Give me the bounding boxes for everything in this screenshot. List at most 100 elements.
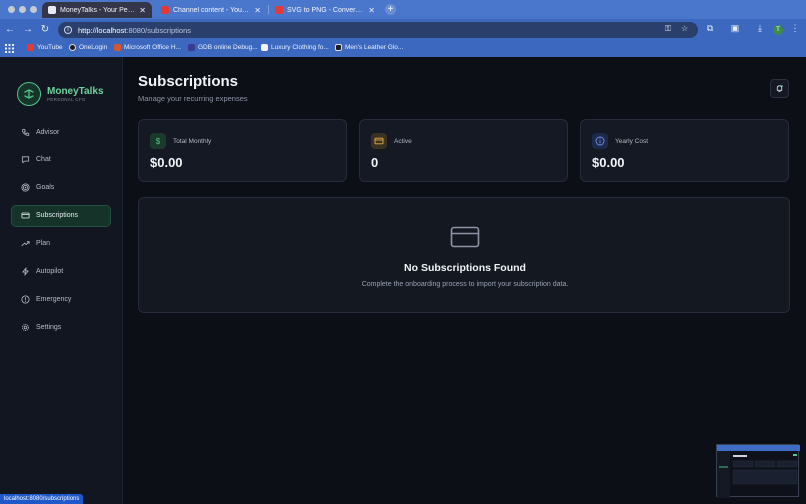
sidebar-item-chat[interactable]: Chat xyxy=(11,149,111,171)
site-info-icon[interactable]: i xyxy=(64,26,72,34)
close-tab-icon[interactable]: ✕ xyxy=(368,6,375,15)
bookmark-luxury-clothing[interactable]: Luxury Clothing fo... xyxy=(261,44,329,51)
info-icon xyxy=(592,133,608,149)
stat-value: $0.00 xyxy=(592,155,625,170)
sidebar-item-subscriptions[interactable]: Subscriptions xyxy=(11,204,111,227)
sidebar-nav: Advisor Chat Goals Subscriptions Plan Au… xyxy=(11,121,111,344)
bookmark-label: Microsoft Office H... xyxy=(124,44,181,51)
trending-up-icon xyxy=(21,239,30,248)
stat-card-active: Active 0 xyxy=(359,119,568,182)
credit-card-icon xyxy=(371,133,387,149)
tab-title: MoneyTalks - Your Personal CFO xyxy=(60,6,135,14)
brand-tagline: PERSONAL CFO xyxy=(47,97,86,102)
bookmark-gdb-online[interactable]: GDB online Debug... xyxy=(188,44,258,51)
sidebar-item-emergency[interactable]: Emergency xyxy=(11,288,111,310)
download-icon[interactable]: ⤓ xyxy=(753,23,767,34)
dollar-icon: $ xyxy=(150,133,166,149)
url-path: :8080/subscriptions xyxy=(126,25,191,35)
luxury-clothing-icon xyxy=(261,44,268,51)
credit-card-icon xyxy=(450,226,480,248)
sidebar-item-label: Emergency xyxy=(36,295,72,303)
close-tab-icon[interactable]: ✕ xyxy=(254,6,261,15)
thumbnail-image xyxy=(717,445,800,498)
stat-card-total-monthly: $ Total Monthly $0.00 xyxy=(138,119,347,182)
empty-state-panel: No Subscriptions Found Complete the onbo… xyxy=(138,197,790,313)
status-url-tooltip: localhost:8080/subscriptions xyxy=(0,494,84,504)
notifications-button[interactable] xyxy=(770,79,789,98)
browser-chrome: MoneyTalks - Your Personal CFO ✕ Channel… xyxy=(0,0,806,57)
bookmark-onelogin[interactable]: OneLogin xyxy=(69,44,107,51)
tab-title: SVG to PNG - Convert SVG to PNG xyxy=(287,6,365,14)
stat-label: Active xyxy=(394,138,412,145)
new-tab-button[interactable]: + xyxy=(385,4,396,15)
bookmark-microsoft-office[interactable]: Microsoft Office H... xyxy=(114,44,181,51)
leather-gloves-icon xyxy=(335,44,342,51)
sidebar-item-label: Advisor xyxy=(36,128,60,136)
gdb-icon xyxy=(188,44,195,51)
sidebar: MoneyTalks PERSONAL CFO Advisor Chat Goa… xyxy=(0,57,123,504)
maximize-window-button[interactable] xyxy=(30,6,37,13)
gear-icon xyxy=(21,323,30,332)
sidebar-item-label: Settings xyxy=(36,323,62,331)
sidebar-item-label: Subscriptions xyxy=(36,212,79,220)
bookmark-label: Men's Leather Glo... xyxy=(345,44,404,51)
empty-state-message: Complete the onboarding process to impor… xyxy=(361,281,569,288)
moneytalks-logo-icon xyxy=(17,82,41,106)
extensions-icon[interactable]: ⧉ xyxy=(703,23,717,34)
chat-icon xyxy=(21,155,30,164)
svg-png-favicon-icon xyxy=(275,6,283,14)
forward-arrow-icon[interactable]: → xyxy=(21,23,35,37)
page-title: Subscriptions xyxy=(138,73,239,90)
brand[interactable]: MoneyTalks PERSONAL CFO xyxy=(17,82,104,106)
tab-strip: MoneyTalks - Your Personal CFO ✕ Channel… xyxy=(0,0,806,19)
stat-card-yearly-cost: Yearly Cost $0.00 xyxy=(580,119,789,182)
bookmark-label: YouTube xyxy=(37,44,63,51)
lightning-icon xyxy=(21,267,30,276)
sidebar-item-label: Autopilot xyxy=(36,267,64,275)
address-bar[interactable]: i http://localhost:8080/subscriptions xyxy=(58,22,698,38)
bookmark-label: OneLogin xyxy=(79,44,108,51)
key-icon[interactable]: ⚿ xyxy=(665,24,671,34)
stat-value: 0 xyxy=(371,155,379,170)
youtube-icon xyxy=(27,44,34,51)
browser-toolbar: ← → ↻ i http://localhost:8080/subscripti… xyxy=(0,19,806,41)
sidebar-item-label: Plan xyxy=(36,240,51,248)
bookmarks-bar: YouTube OneLogin Microsoft Office H... G… xyxy=(0,41,806,57)
moneytalks-favicon-icon xyxy=(48,6,56,14)
brand-name: MoneyTalks xyxy=(47,86,104,97)
sidebar-item-settings[interactable]: Settings xyxy=(11,316,111,338)
minimize-window-button[interactable] xyxy=(19,6,26,13)
bookmark-star-icon[interactable]: ☆ xyxy=(681,24,688,33)
bookmark-mens-leather[interactable]: Men's Leather Glo... xyxy=(335,44,403,51)
youtube-favicon-icon xyxy=(161,6,169,14)
bookmark-youtube[interactable]: YouTube xyxy=(27,44,63,51)
side-panel-icon[interactable]: ▣ xyxy=(728,23,742,34)
tab-youtube-studio[interactable]: Channel content - YouTube Studio ✕ xyxy=(155,2,267,18)
profile-avatar[interactable]: T xyxy=(773,25,783,35)
sidebar-item-plan[interactable]: Plan xyxy=(11,233,111,255)
target-icon xyxy=(21,183,30,192)
reload-icon[interactable]: ↻ xyxy=(38,23,52,37)
menu-kebab-icon[interactable]: ⋮ xyxy=(788,23,802,34)
onelogin-icon xyxy=(69,44,76,51)
sidebar-item-label: Goals xyxy=(36,184,55,192)
sidebar-item-goals[interactable]: Goals xyxy=(11,177,111,199)
apps-grid-icon[interactable] xyxy=(5,44,14,53)
bookmark-label: Luxury Clothing fo... xyxy=(271,44,329,51)
close-window-button[interactable] xyxy=(8,6,15,13)
tab-moneytalks[interactable]: MoneyTalks - Your Personal CFO ✕ xyxy=(42,2,152,18)
page-subtitle: Manage your recurring expenses xyxy=(138,94,248,103)
alert-circle-icon xyxy=(21,295,30,304)
bookmark-label: GDB online Debug... xyxy=(198,44,258,51)
screen-thumbnail-preview[interactable] xyxy=(716,444,800,498)
credit-card-icon xyxy=(21,211,30,220)
sidebar-item-autopilot[interactable]: Autopilot xyxy=(11,260,111,282)
back-arrow-icon[interactable]: ← xyxy=(3,23,17,37)
tab-svg-to-png[interactable]: SVG to PNG - Convert SVG to PNG ✕ xyxy=(269,2,381,18)
bell-icon xyxy=(776,85,783,92)
sidebar-item-advisor[interactable]: Advisor xyxy=(11,121,111,143)
url-host: http://localhost xyxy=(78,25,127,35)
stat-label: Total Monthly xyxy=(173,138,212,145)
microsoft-office-icon xyxy=(114,44,121,51)
close-tab-icon[interactable]: ✕ xyxy=(139,6,146,15)
